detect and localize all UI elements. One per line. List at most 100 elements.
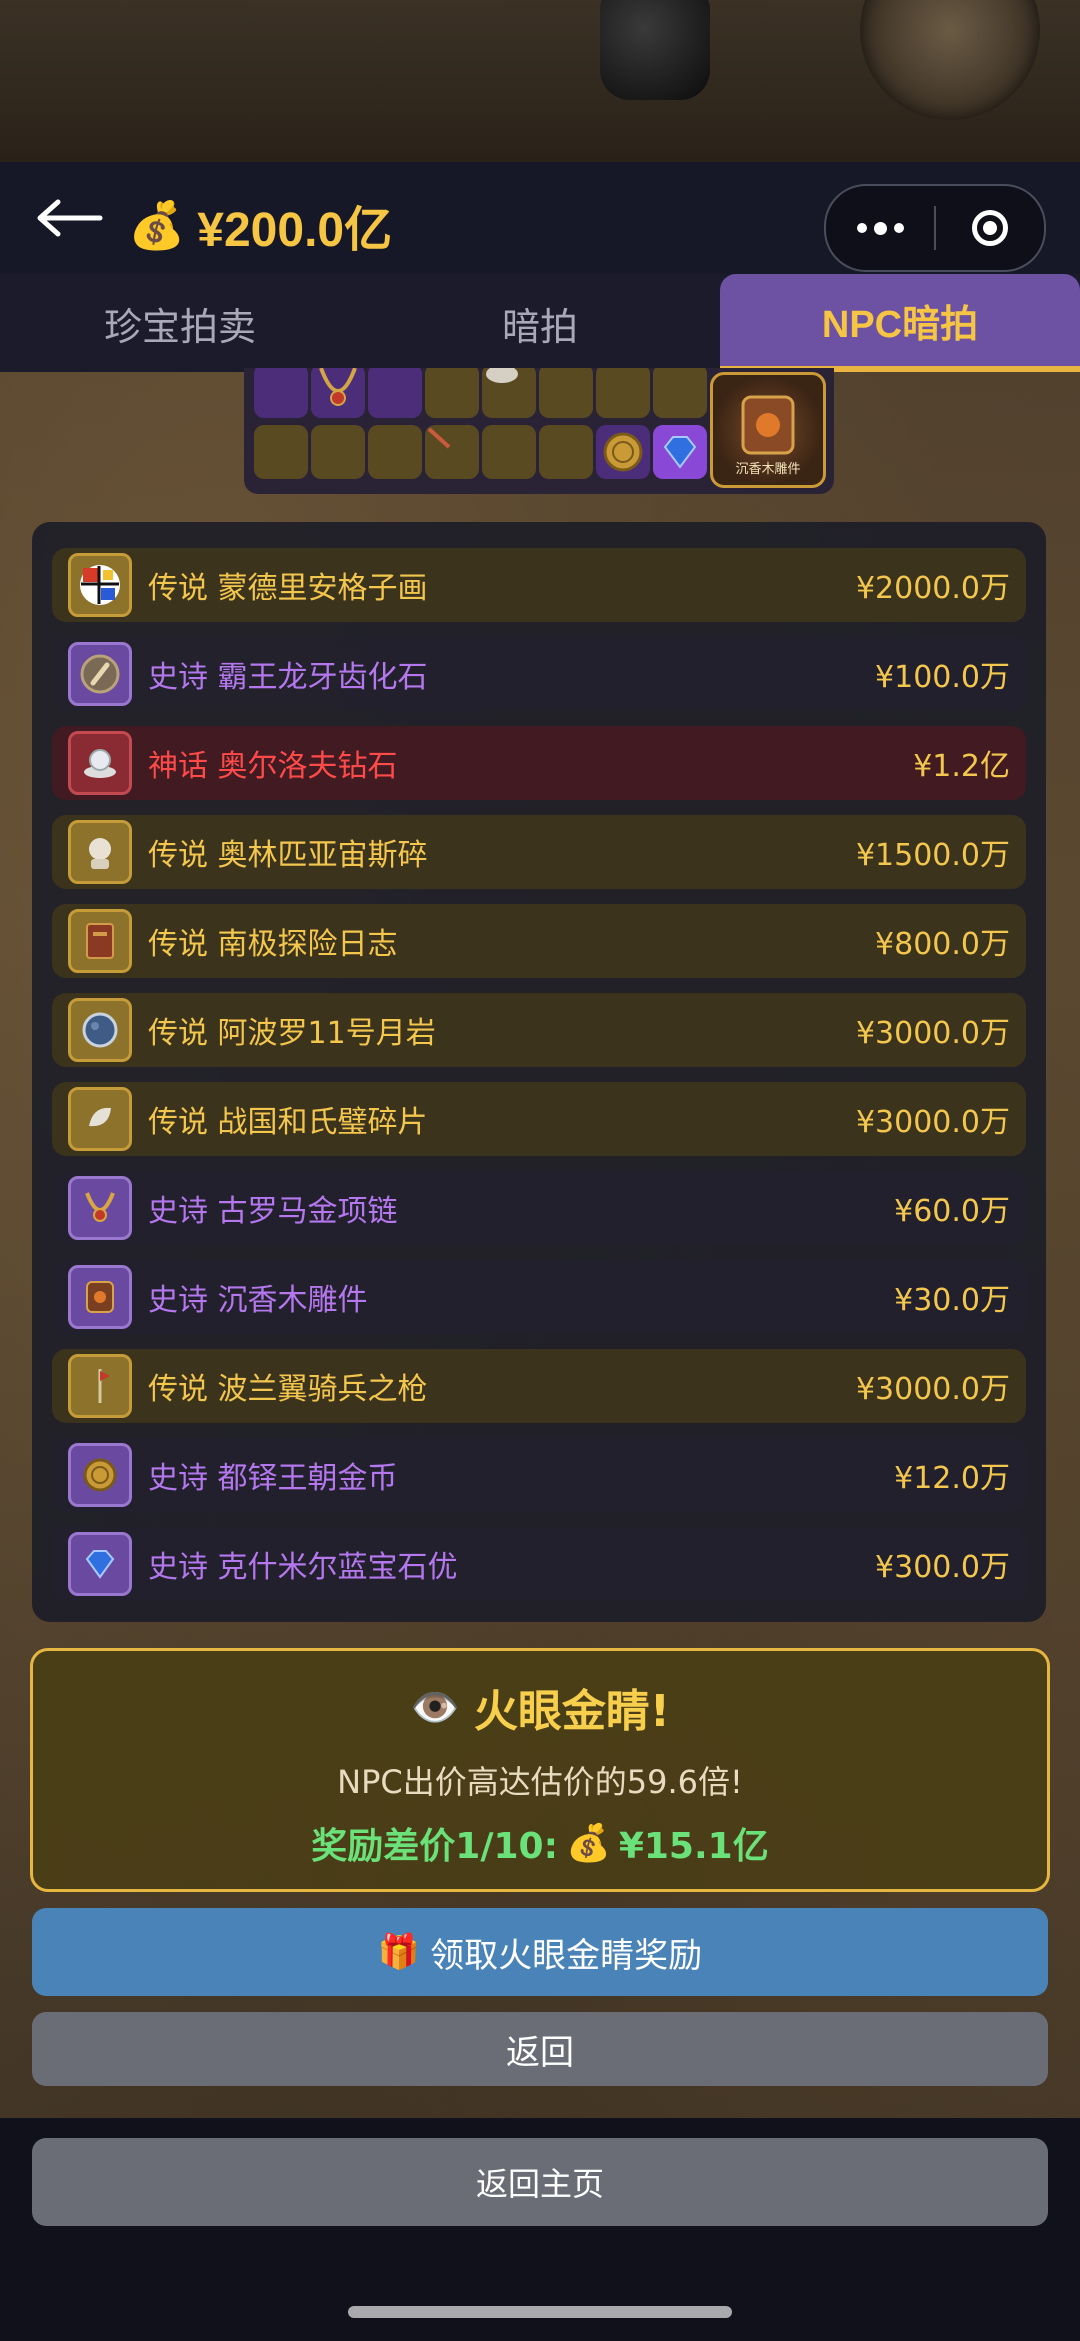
item-name: 史诗 古罗马金项链 — [148, 1194, 398, 1229]
gold-coin-icon — [603, 432, 643, 472]
grid-cell[interactable] — [653, 425, 707, 479]
eagle-eye-reward-panel: 👁️ 火眼金睛! NPC出价高达估价的59.6倍! 奖励差价1/10: 💰 ¥1… — [30, 1648, 1050, 1892]
list-item[interactable]: 传说 阿波罗11号月岩 ¥3000.0万 — [52, 993, 1026, 1067]
item-price: ¥1.2亿 — [913, 749, 1010, 784]
tudor-gold-coin-icon — [68, 1443, 132, 1507]
tab-treasure-auction[interactable]: 珍宝拍卖 — [0, 274, 360, 372]
grid-cell[interactable] — [254, 368, 308, 418]
background-photo — [0, 0, 1080, 162]
grid-cell[interactable] — [596, 368, 650, 418]
grid-cell[interactable] — [368, 425, 422, 479]
item-price: ¥800.0万 — [875, 927, 1010, 962]
carving-icon — [741, 395, 795, 455]
item-name: 传说 奥林匹亚宙斯碎 — [148, 838, 428, 873]
item-name: 传说 南极探险日志 — [148, 927, 398, 962]
grid-cell[interactable] — [539, 425, 593, 479]
grid-cell[interactable] — [425, 425, 479, 479]
list-item[interactable]: 神话 奥尔洛夫钻石 ¥1.2亿 — [52, 726, 1026, 800]
item-price: ¥12.0万 — [894, 1461, 1010, 1496]
grid-cell[interactable] — [596, 425, 650, 479]
orlov-diamond-icon — [68, 731, 132, 795]
item-price: ¥1500.0万 — [855, 838, 1010, 873]
grid-cell[interactable] — [368, 368, 422, 418]
grid-cell[interactable] — [539, 368, 593, 418]
list-item[interactable]: 传说 战国和氏璧碎片 ¥3000.0万 — [52, 1082, 1026, 1156]
top-bar: 💰 ¥200.0亿 — [0, 162, 1080, 274]
grid-cell[interactable] — [425, 368, 479, 418]
grid-cell[interactable] — [311, 368, 365, 418]
miniprogram-capsule — [824, 184, 1046, 272]
list-item[interactable]: 史诗 克什米尔蓝宝石优 ¥300.0万 — [52, 1527, 1026, 1601]
item-price: ¥3000.0万 — [855, 1016, 1010, 1051]
item-name: 传说 战国和氏璧碎片 — [148, 1105, 428, 1140]
target-icon — [972, 210, 1008, 246]
necklace-icon — [319, 368, 357, 406]
money-bag-icon: 💰 — [566, 1823, 611, 1864]
jade-fragment-icon — [486, 368, 518, 383]
list-item[interactable]: 传说 蒙德里安格子画 ¥2000.0万 — [52, 548, 1026, 622]
home-indicator — [348, 2306, 732, 2318]
item-price: ¥60.0万 — [894, 1194, 1010, 1229]
expedition-journal-icon — [68, 909, 132, 973]
gift-icon: 🎁 — [377, 1932, 421, 1972]
item-name: 史诗 沉香木雕件 — [148, 1283, 368, 1318]
grid-cell[interactable] — [482, 425, 536, 479]
tab-blind-auction[interactable]: 暗拍 — [360, 274, 720, 372]
list-item[interactable]: 史诗 都铎王朝金币 ¥12.0万 — [52, 1438, 1026, 1512]
lance-icon — [427, 427, 451, 449]
reward-bonus: 奖励差价1/10: 💰 ¥15.1亿 — [33, 1817, 1047, 1869]
item-name: 传说 阿波罗11号月岩 — [148, 1016, 436, 1051]
gold-necklace-icon — [68, 1176, 132, 1240]
reward-title: 👁️ 火眼金睛! — [33, 1675, 1047, 1739]
close-miniprogram-button[interactable] — [936, 186, 1044, 270]
list-item[interactable]: 史诗 霸王龙牙齿化石 ¥100.0万 — [52, 637, 1026, 711]
reward-subtitle: NPC出价高达估价的59.6倍! — [337, 1763, 743, 1801]
featured-item-agarwood[interactable]: 沉香木雕件 — [710, 372, 826, 488]
inventory-grid: 沉香木雕件 — [244, 368, 834, 494]
list-item[interactable]: 史诗 沉香木雕件 ¥30.0万 — [52, 1260, 1026, 1334]
item-name: 神话 奥尔洛夫钻石 — [148, 749, 398, 784]
list-item[interactable]: 传说 奥林匹亚宙斯碎 ¥1500.0万 — [52, 815, 1026, 889]
claim-reward-button[interactable]: 🎁 领取火眼金睛奖励 — [32, 1908, 1048, 1996]
item-price: ¥2000.0万 — [855, 571, 1010, 606]
list-item[interactable]: 史诗 古罗马金项链 ¥60.0万 — [52, 1171, 1026, 1245]
grid-cell[interactable] — [482, 368, 536, 418]
grid-cell[interactable] — [311, 425, 365, 479]
item-list: 传说 蒙德里安格子画 ¥2000.0万 史诗 霸王龙牙齿化石 ¥100.0万 神… — [32, 522, 1046, 1622]
item-price: ¥30.0万 — [894, 1283, 1010, 1318]
item-name: 传说 蒙德里安格子画 — [148, 571, 428, 606]
item-name: 史诗 霸王龙牙齿化石 — [148, 660, 428, 695]
list-item[interactable]: 传说 南极探险日志 ¥800.0万 — [52, 904, 1026, 978]
money-bag-icon: 💰 — [128, 197, 186, 252]
item-name: 史诗 克什米尔蓝宝石优 — [148, 1550, 458, 1585]
grid-cell[interactable] — [254, 425, 308, 479]
mondrian-painting-icon — [68, 553, 132, 617]
sapphire-icon — [663, 436, 697, 469]
bonus-label: 奖励差价1/10: — [311, 1826, 558, 1867]
ink-bottle-decoration — [600, 0, 710, 100]
item-price: ¥3000.0万 — [855, 1105, 1010, 1140]
grid-cell[interactable] — [653, 368, 707, 418]
item-name: 史诗 都铎王朝金币 — [148, 1461, 398, 1496]
jade-disc-fragment-icon — [68, 1087, 132, 1151]
zeus-fragment-icon — [68, 820, 132, 884]
tab-bar: 珍宝拍卖 暗拍 NPC暗拍 — [0, 274, 1080, 372]
moon-rock-icon — [68, 998, 132, 1062]
agarwood-carving-icon — [68, 1265, 132, 1329]
back-button[interactable]: 返回 — [32, 2012, 1048, 2086]
item-price: ¥300.0万 — [875, 1550, 1010, 1585]
compass-decoration — [860, 0, 1040, 120]
list-item[interactable]: 传说 波兰翼骑兵之枪 ¥3000.0万 — [52, 1349, 1026, 1423]
more-options-button[interactable] — [826, 186, 934, 270]
hussar-lance-icon — [68, 1354, 132, 1418]
home-button[interactable]: 返回主页 — [32, 2138, 1048, 2226]
balance-amount: ¥200.0亿 — [197, 204, 393, 257]
tab-npc-blind-auction[interactable]: NPC暗拍 — [720, 274, 1080, 372]
item-price: ¥100.0万 — [875, 660, 1010, 695]
trex-tooth-fossil-icon — [68, 642, 132, 706]
item-price: ¥3000.0万 — [855, 1372, 1010, 1407]
claim-reward-label: 领取火眼金睛奖励 — [430, 1935, 703, 1976]
back-arrow-icon[interactable] — [34, 196, 104, 240]
kashmir-sapphire-icon — [68, 1532, 132, 1596]
bonus-value: ¥15.1亿 — [618, 1826, 769, 1867]
